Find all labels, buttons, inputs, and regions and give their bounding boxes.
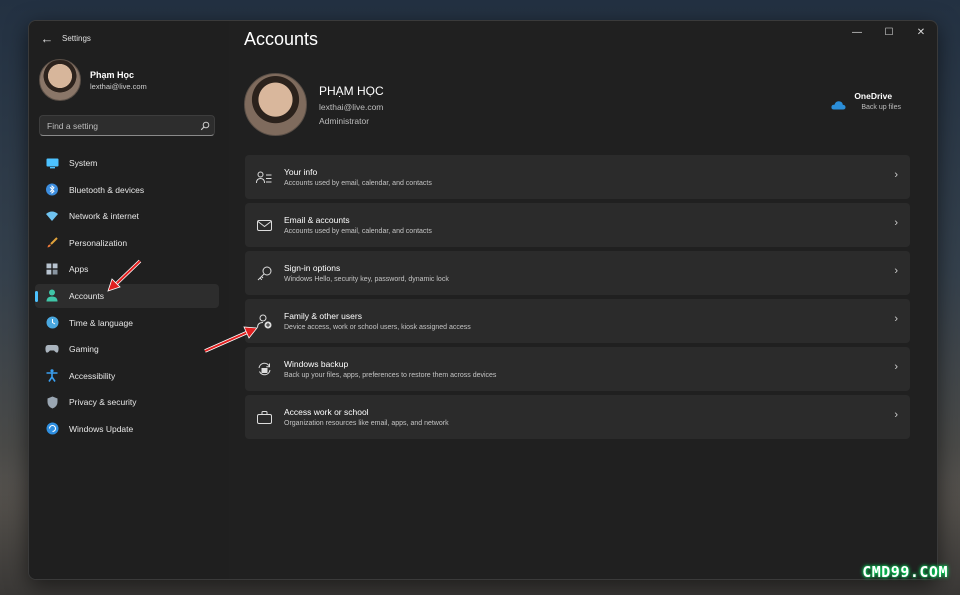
settings-window: ← Settings Phạm Học lexthai@live.com Fin… bbox=[28, 20, 938, 580]
chevron-right-icon: › bbox=[894, 169, 898, 181]
sidebar-item-windows-update[interactable]: Windows Update bbox=[35, 417, 219, 441]
sidebar-item-label: System bbox=[69, 158, 98, 168]
person-icon bbox=[45, 289, 59, 303]
sidebar-item-accessibility[interactable]: Accessibility bbox=[35, 364, 219, 388]
onedrive-status[interactable]: OneDrive Back up files bbox=[831, 91, 901, 115]
card-subtitle: Device access, work or school users, kio… bbox=[284, 324, 471, 331]
card-subtitle: Windows Hello, security key, password, d… bbox=[284, 276, 449, 283]
app-title: Settings bbox=[62, 33, 91, 43]
close-button[interactable]: ✕ bbox=[905, 21, 937, 43]
person-add-icon bbox=[254, 311, 274, 331]
avatar bbox=[39, 59, 81, 101]
user-name: PHẠM HỌC bbox=[319, 83, 384, 98]
sidebar-item-label: Privacy & security bbox=[69, 397, 137, 408]
back-button[interactable]: ← bbox=[36, 27, 58, 49]
card-sign-in-options[interactable]: Sign-in options Windows Hello, security … bbox=[245, 251, 910, 295]
profile-name: Phạm Học bbox=[90, 69, 135, 80]
card-title: Windows backup bbox=[284, 359, 349, 369]
accessibility-icon bbox=[45, 369, 59, 383]
card-subtitle: Accounts used by email, calendar, and co… bbox=[284, 228, 432, 235]
watermark: CMD99.COM bbox=[862, 563, 948, 581]
card-title: Access work or school bbox=[284, 407, 369, 417]
profile-email: lexthai@live.com bbox=[90, 81, 147, 91]
settings-cards: Your info Accounts used by email, calend… bbox=[245, 155, 910, 443]
onedrive-name: OneDrive bbox=[854, 91, 893, 101]
update-icon bbox=[45, 422, 59, 436]
brush-icon bbox=[45, 236, 59, 250]
sidebar-item-label: Windows Update bbox=[69, 423, 134, 434]
user-header: PHẠM HỌC lexthai@live.com Administrator bbox=[244, 73, 384, 136]
shield-icon bbox=[45, 395, 59, 409]
chevron-right-icon: › bbox=[894, 217, 898, 229]
sidebar-item-label: Personalization bbox=[69, 237, 128, 248]
user-role: Administrator bbox=[319, 115, 370, 126]
sidebar-item-accounts[interactable]: Accounts bbox=[35, 283, 219, 308]
sidebar-item-gaming[interactable]: Gaming bbox=[35, 337, 219, 361]
onedrive-status-text: Back up files bbox=[861, 104, 901, 111]
card-title: Your info bbox=[284, 167, 318, 177]
sidebar-item-label: Apps bbox=[69, 264, 89, 275]
sidebar-item-privacy[interactable]: Privacy & security bbox=[35, 390, 219, 414]
page-title: Accounts bbox=[244, 29, 319, 49]
sidebar-profile[interactable]: Phạm Học lexthai@live.com bbox=[39, 59, 147, 101]
sidebar-item-label: Time & language bbox=[69, 317, 133, 328]
chevron-right-icon: › bbox=[894, 265, 898, 277]
mail-icon bbox=[254, 215, 274, 235]
wifi-icon bbox=[45, 209, 59, 223]
cloud-icon bbox=[831, 97, 846, 115]
maximize-button[interactable]: ☐ bbox=[873, 21, 905, 43]
card-family-other-users[interactable]: Family & other users Device access, work… bbox=[245, 299, 910, 343]
avatar[interactable] bbox=[244, 73, 307, 136]
sidebar-item-label: Accessibility bbox=[69, 370, 116, 381]
card-subtitle: Accounts used by email, calendar, and co… bbox=[284, 180, 432, 187]
backup-icon bbox=[254, 359, 274, 379]
sidebar-item-label: Gaming bbox=[69, 344, 99, 355]
card-your-info[interactable]: Your info Accounts used by email, calend… bbox=[245, 155, 910, 199]
card-title: Sign-in options bbox=[284, 263, 341, 273]
sidebar: ← Settings Phạm Học lexthai@live.com Fin… bbox=[29, 21, 229, 579]
sidebar-item-network[interactable]: Network & internet bbox=[35, 204, 219, 228]
user-email: lexthai@live.com bbox=[319, 101, 384, 112]
main-content: Accounts — ☐ ✕ PHẠM HỌC lexthai@live.com… bbox=[229, 21, 937, 579]
clock-globe-icon bbox=[45, 316, 59, 330]
search-icon[interactable] bbox=[196, 121, 214, 131]
briefcase-icon bbox=[254, 407, 274, 427]
chevron-right-icon: › bbox=[894, 409, 898, 421]
card-subtitle: Back up your files, apps, preferences to… bbox=[284, 372, 497, 379]
window-controls: — ☐ ✕ bbox=[841, 21, 937, 43]
bluetooth-icon bbox=[45, 183, 59, 197]
minimize-button[interactable]: — bbox=[841, 21, 873, 43]
card-email-accounts[interactable]: Email & accounts Accounts used by email,… bbox=[245, 203, 910, 247]
person-list-icon bbox=[254, 167, 274, 187]
apps-icon bbox=[45, 262, 59, 276]
card-subtitle: Organization resources like email, apps,… bbox=[284, 420, 449, 427]
card-access-work-school[interactable]: Access work or school Organization resou… bbox=[245, 395, 910, 439]
card-title: Email & accounts bbox=[284, 215, 350, 225]
sidebar-item-apps[interactable]: Apps bbox=[35, 257, 219, 281]
title-bar: ← Settings bbox=[29, 21, 229, 55]
sidebar-item-bluetooth[interactable]: Bluetooth & devices bbox=[35, 178, 219, 202]
chevron-right-icon: › bbox=[894, 313, 898, 325]
sidebar-item-system[interactable]: System bbox=[35, 151, 219, 175]
sidebar-item-personalization[interactable]: Personalization bbox=[35, 231, 219, 255]
sidebar-item-label: Network & internet bbox=[69, 211, 139, 222]
monitor-icon bbox=[45, 156, 59, 170]
key-icon bbox=[254, 263, 274, 283]
chevron-right-icon: › bbox=[894, 361, 898, 373]
sidebar-item-time-language[interactable]: Time & language bbox=[35, 311, 219, 335]
search-input[interactable]: Find a setting bbox=[40, 121, 196, 131]
card-windows-backup[interactable]: Windows backup Back up your files, apps,… bbox=[245, 347, 910, 391]
gamepad-icon bbox=[45, 342, 59, 356]
sidebar-nav: System Bluetooth & devices Network & int… bbox=[35, 151, 219, 444]
sidebar-item-label: Accounts bbox=[69, 290, 104, 301]
sidebar-item-label: Bluetooth & devices bbox=[69, 184, 145, 195]
search-box[interactable]: Find a setting bbox=[39, 115, 215, 136]
card-title: Family & other users bbox=[284, 311, 362, 321]
